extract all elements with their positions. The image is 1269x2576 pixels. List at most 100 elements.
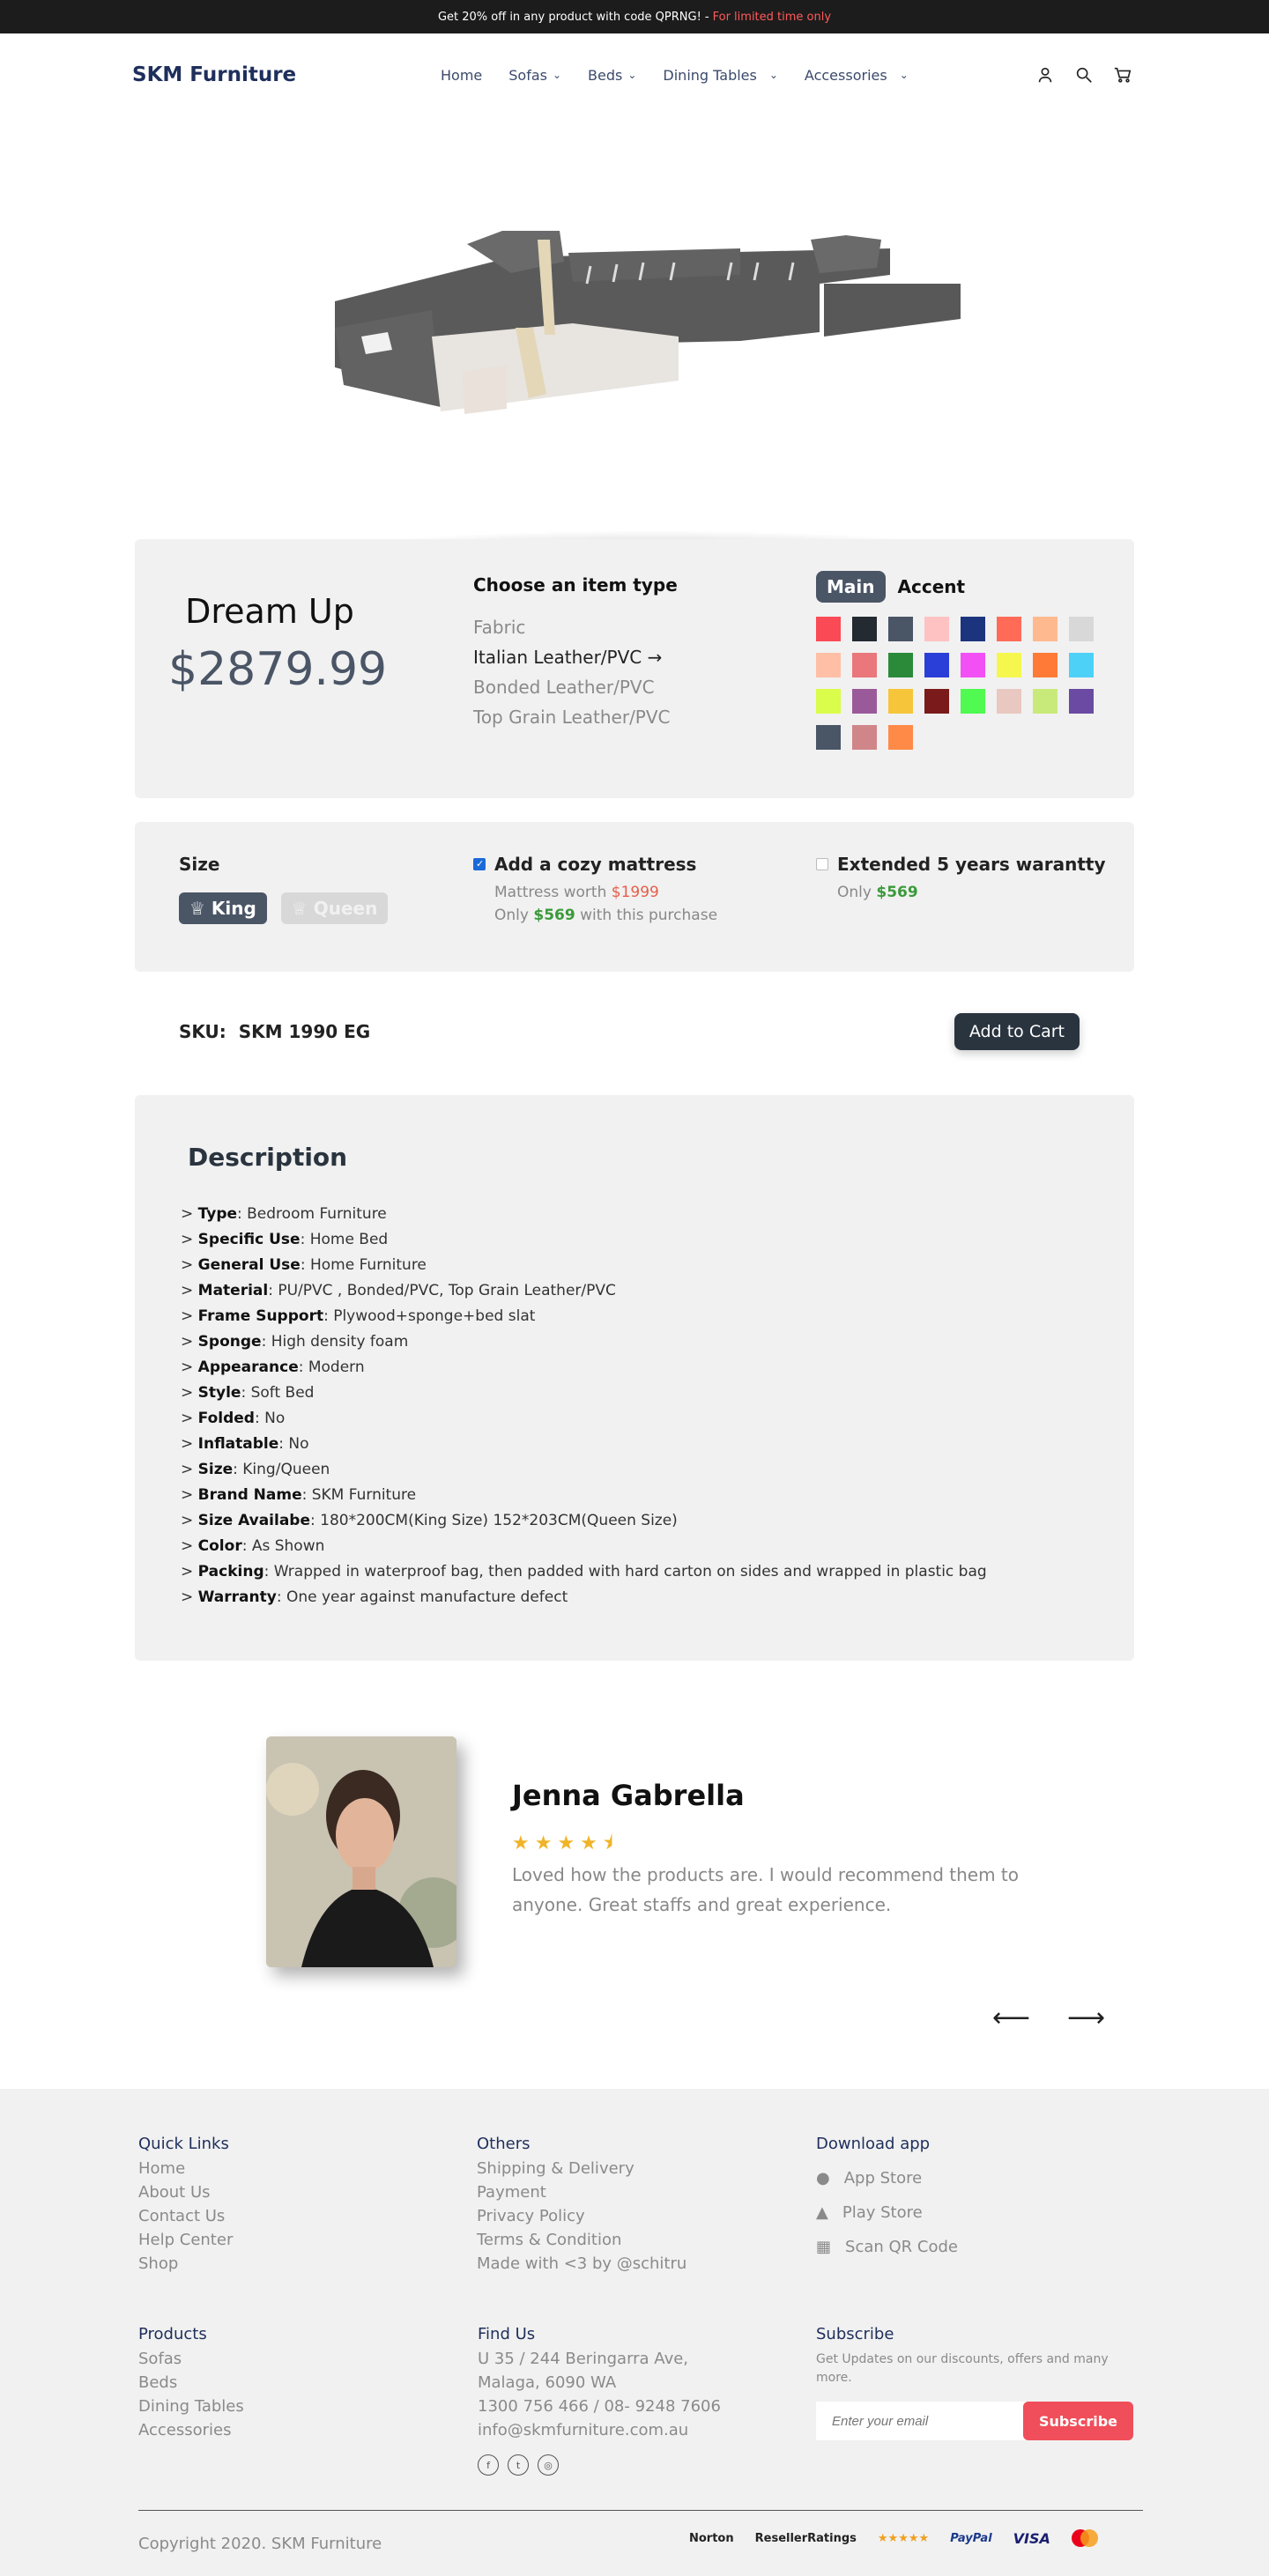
color-swatch[interactable] [1069,617,1094,641]
nav-home[interactable]: Home [441,67,482,84]
brand-logo[interactable]: SKM Furniture [132,63,296,86]
color-swatch[interactable] [816,725,841,750]
color-swatch[interactable] [997,653,1021,677]
footer-link-terms[interactable]: Terms & Condition [477,2228,686,2252]
color-swatch[interactable] [852,653,877,677]
footer-link-beds[interactable]: Beds [138,2371,244,2395]
description-title: Description [188,1143,348,1172]
color-swatch[interactable] [961,617,985,641]
description-value: : No [278,1435,309,1453]
color-swatch[interactable] [888,653,913,677]
play-store-link[interactable]: ▲ Play Store [816,2203,958,2222]
nav-beds[interactable]: Beds ⌄ [588,67,636,84]
crown-icon: ♕ [291,898,308,919]
options-panel: Size ♕ King ♕ Queen Add a cozy mattress … [135,822,1134,972]
color-swatch[interactable] [816,689,841,714]
footer-link-accessories[interactable]: Accessories [138,2418,244,2442]
type-option-top-grain-leather[interactable]: Top Grain Leather/PVC [473,707,678,728]
description-key: Size Availabe [197,1512,310,1529]
search-icon[interactable] [1074,65,1094,85]
facebook-icon[interactable]: f [478,2454,499,2476]
phone-numbers[interactable]: 1300 756 466 / 08- 9248 7606 [478,2395,721,2418]
color-swatch[interactable] [1033,689,1058,714]
description-item: > Color: As Shown [181,1537,325,1555]
description-key: Inflatable [197,1435,279,1453]
footer-link-privacy[interactable]: Privacy Policy [477,2204,686,2228]
color-swatch[interactable] [1069,653,1094,677]
color-swatch[interactable] [888,617,913,641]
color-swatch[interactable] [852,725,877,750]
color-swatch[interactable] [816,653,841,677]
footer-link-payment[interactable]: Payment [477,2180,686,2204]
color-swatch[interactable] [888,689,913,714]
color-swatch[interactable] [924,653,949,677]
description-key: Material [197,1282,269,1299]
quick-links: Quick Links Home About Us Contact Us Hel… [138,2135,233,2276]
color-swatch[interactable] [852,617,877,641]
promo-highlight: For limited time only [712,10,832,24]
footer-link-help[interactable]: Help Center [138,2228,233,2252]
description-value: : Modern [298,1358,365,1376]
sku-row: SKU: SKM 1990 EG Add to Cart [135,972,1134,1095]
color-swatch[interactable] [1033,653,1058,677]
testimonial-section: Jenna Gabrella ★★★★⯨ Loved how the produ… [0,1661,1269,2089]
color-swatch[interactable] [888,725,913,750]
footer-link-sofas[interactable]: Sofas [138,2347,244,2371]
app-store-link[interactable]: ● App Store [816,2169,958,2187]
footer-link-home[interactable]: Home [138,2157,233,2180]
color-swatch[interactable] [816,617,841,641]
type-option-fabric[interactable]: Fabric [473,617,678,638]
arrow-left-icon[interactable]: ⟵ [992,2002,1030,2033]
header: SKM Furniture Home Sofas ⌄ Beds ⌄ Dining T… [0,33,1269,116]
add-to-cart-button[interactable]: Add to Cart [954,1013,1080,1050]
color-swatch[interactable] [997,617,1021,641]
warranty-checkbox[interactable] [816,858,828,870]
type-option-italian-leather[interactable]: Italian Leather/PVC → [473,647,678,668]
chevron-down-icon: ⌄ [899,69,909,81]
nav-accessories-label: Accessories [804,66,887,84]
instagram-icon[interactable]: ◎ [538,2454,559,2476]
mattress-title: Add a cozy mattress [494,854,697,875]
color-swatch[interactable] [961,653,985,677]
cart-icon[interactable] [1113,65,1132,85]
find-us-title: Find Us [478,2325,536,2343]
color-swatch[interactable] [852,689,877,714]
footer-link-about[interactable]: About Us [138,2180,233,2204]
nav-dining-tables[interactable]: Dining Tables ⌄ [663,67,778,84]
color-swatch[interactable] [961,689,985,714]
mattress-checkbox[interactable] [473,858,486,870]
subscribe-button[interactable]: Subscribe [1022,2402,1133,2440]
footer-credit[interactable]: Made with <3 by @schitru [477,2252,686,2276]
color-swatch[interactable] [924,689,949,714]
tab-accent-color[interactable]: Accent [898,576,966,597]
description-value: : King/Queen [233,1461,330,1478]
size-king-button[interactable]: ♕ King [179,892,267,924]
color-swatch[interactable] [1069,689,1094,714]
footer-divider [138,2510,1143,2511]
footer-link-contact[interactable]: Contact Us [138,2204,233,2228]
chevron-down-icon: ⌄ [768,69,778,81]
size-queen-button[interactable]: ♕ Queen [280,892,389,924]
nav-sofas[interactable]: Sofas ⌄ [508,67,561,84]
nav-accessories[interactable]: Accessories ⌄ [805,67,909,84]
email-input[interactable] [816,2402,1028,2440]
type-option-bonded-leather[interactable]: Bonded Leather/PVC [473,677,678,698]
email-link[interactable]: info@skmfurniture.com.au [478,2418,721,2442]
user-icon[interactable] [1035,65,1055,85]
color-swatch[interactable] [924,617,949,641]
arrow-right-icon[interactable]: ⟶ [1067,2002,1105,2033]
color-swatch[interactable] [997,689,1021,714]
tab-main-color[interactable]: Main [816,571,886,603]
footer-link-shop[interactable]: Shop [138,2252,233,2276]
description-key: Brand Name [197,1486,302,1504]
description-item: > Size: King/Queen [181,1461,330,1478]
footer-link-shipping[interactable]: Shipping & Delivery [477,2157,686,2180]
visa-logo: VISA [1013,2529,1050,2547]
description-item: > Packing: Wrapped in waterproof bag, th… [181,1563,987,1580]
qr-code-link[interactable]: ▦ Scan QR Code [816,2238,958,2256]
footer-link-dining[interactable]: Dining Tables [138,2395,244,2418]
size-label: Size [179,854,220,875]
color-swatch[interactable] [1033,617,1058,641]
twitter-icon[interactable]: t [508,2454,529,2476]
mattress-option: Add a cozy mattress Mattress worth $1999… [473,854,717,924]
